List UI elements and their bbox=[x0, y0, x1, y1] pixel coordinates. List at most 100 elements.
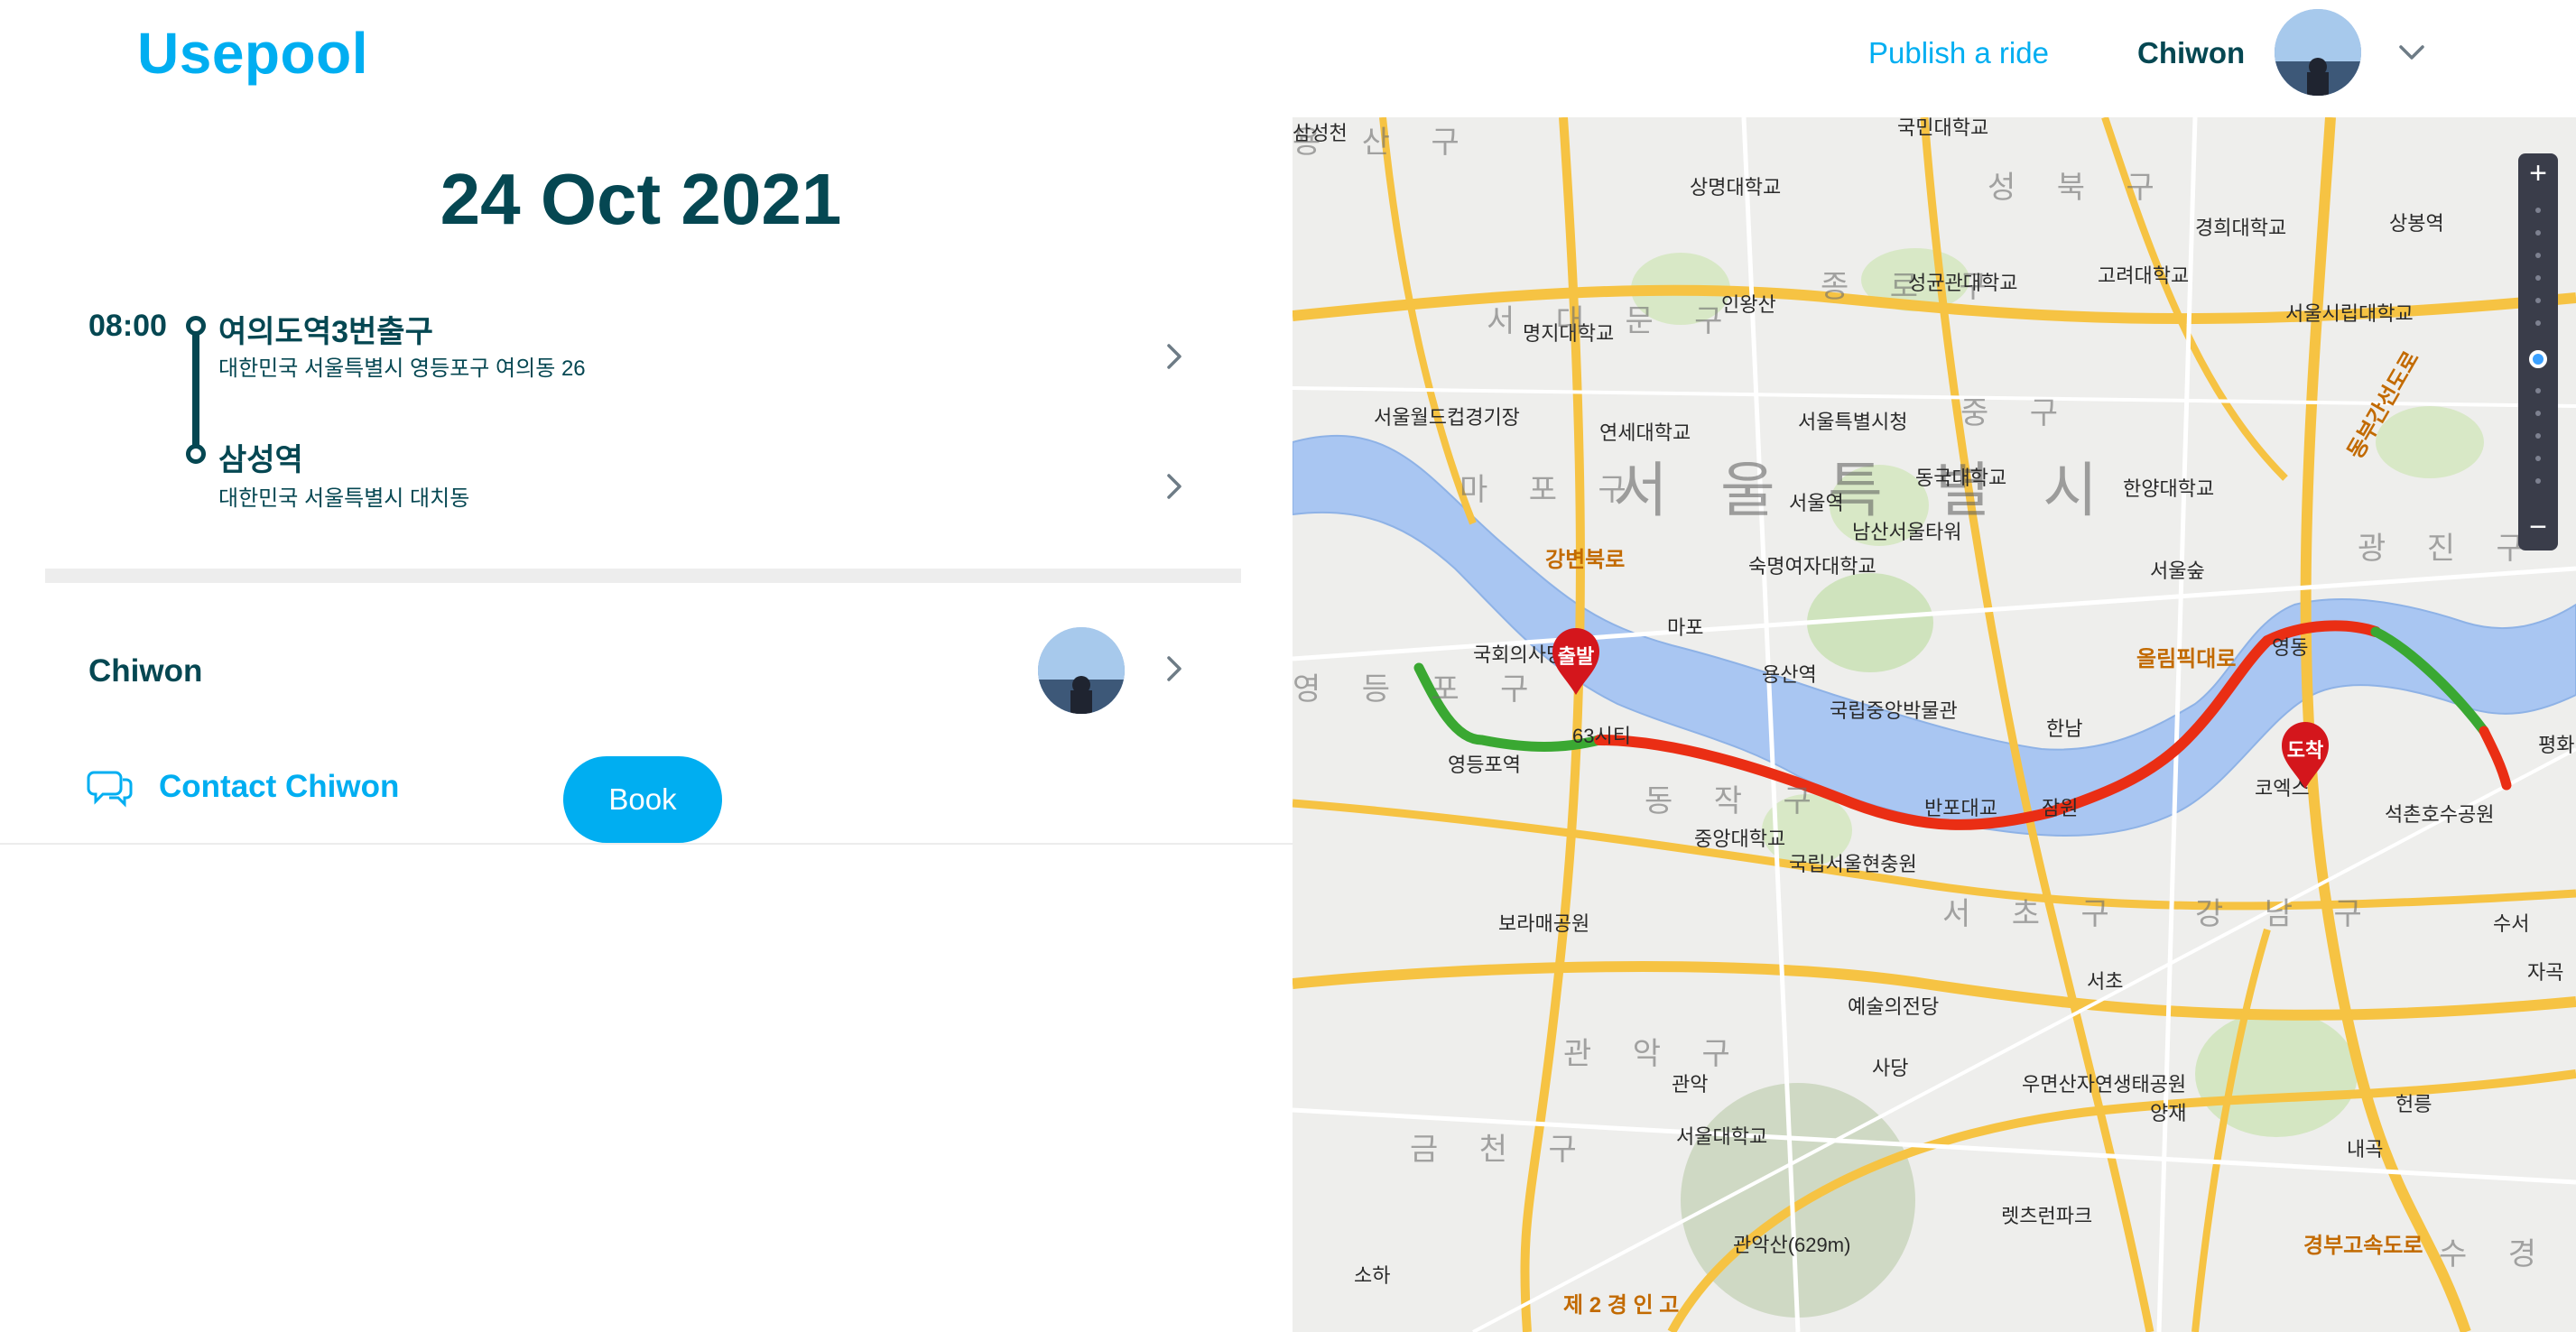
driver-chevron-right-icon[interactable] bbox=[1159, 653, 1190, 684]
destination-dot bbox=[186, 444, 206, 464]
map-label-gwangjin: 광 진 구 bbox=[2358, 532, 2541, 566]
zoom-level-dot[interactable] bbox=[2535, 208, 2541, 213]
map-label-mapogu: 마 포 구 bbox=[1459, 473, 1643, 507]
map-label-geumcheon: 금 천 구 bbox=[1410, 1133, 1593, 1167]
header-user-name[interactable]: Chiwon bbox=[2137, 36, 2245, 70]
book-button[interactable]: Book bbox=[563, 756, 722, 843]
ride-details-panel: 24 Oct 2021 08:00 여의도역3번출구 대한민국 서울특별시 영등… bbox=[0, 117, 1293, 1332]
map-label-racepark: 렛츠런파크 bbox=[2001, 1205, 2093, 1227]
map-label-seoulsoop: 서울숲 bbox=[2150, 560, 2205, 582]
map-label-gangnam-gu: 강 남 구 bbox=[2195, 897, 2378, 931]
map-label-gangbyeon-north: 강변북로 bbox=[1545, 548, 1626, 572]
map-label-sugyeong: 수 경 bbox=[2439, 1237, 2553, 1272]
map-label-snu: 서울대학교 bbox=[1676, 1125, 1768, 1148]
zoom-level-dot[interactable] bbox=[2535, 433, 2541, 439]
zoom-level-dot[interactable] bbox=[2535, 456, 2541, 461]
map-label-seocho: 서초 bbox=[2087, 970, 2124, 993]
contact-driver-link[interactable]: Contact Chiwon bbox=[87, 765, 399, 809]
map-label-mapo: 마포 bbox=[1667, 616, 1704, 639]
map-label-museum: 국립중앙박물관 bbox=[1830, 699, 1958, 722]
map-label-yeongdeungpo: 영등포역 bbox=[1448, 754, 1521, 776]
map-label-banpo: 반포대교 bbox=[1924, 797, 1997, 819]
zoom-level-dot[interactable] bbox=[2535, 411, 2541, 416]
map-label-dongguk: 동국대학교 bbox=[1915, 467, 2007, 489]
map-label-cityhall: 서울특별시청 bbox=[1798, 411, 1908, 433]
origin-dot bbox=[186, 316, 206, 336]
zoom-level-dot[interactable] bbox=[2535, 230, 2541, 236]
destination-address: 대한민국 서울특별시 대치동 bbox=[218, 486, 470, 511]
route-map[interactable]: 서 울 특 별 시 국민대학교 상명대학교 성 북 구 경희대학교 고려대학교 … bbox=[1293, 117, 2576, 1332]
map-label-boramae: 보라매공원 bbox=[1498, 912, 1590, 935]
map-label-seocho-gu: 서 초 구 bbox=[1942, 897, 2126, 931]
map-label-gwanak-gu: 관 악 구 bbox=[1563, 1037, 1747, 1071]
origin-name[interactable]: 여의도역3번출구 bbox=[218, 307, 433, 351]
map-label-cemetery: 국립서울현충원 bbox=[1789, 853, 1917, 875]
footer-divider bbox=[0, 843, 1293, 845]
map-label-gwanak: 관악 bbox=[1672, 1073, 1709, 1096]
map-label-gwanaksan: 관악산(629m) bbox=[1733, 1234, 1851, 1256]
map-label-yonsei: 연세대학교 bbox=[1599, 421, 1691, 444]
start-marker-label: 출발 bbox=[1557, 645, 1595, 668]
origin-chevron-right-icon[interactable] bbox=[1159, 341, 1190, 372]
chat-bubble-icon bbox=[87, 771, 133, 808]
map-label-umyeonsan: 우면산자연생태공원 bbox=[2022, 1073, 2187, 1096]
user-avatar[interactable] bbox=[2275, 9, 2361, 96]
publish-ride-link[interactable]: Publish a ride bbox=[1868, 36, 2049, 70]
map-label-korea-univ: 고려대학교 bbox=[2098, 264, 2190, 287]
usepool-logo[interactable]: Usepool bbox=[137, 20, 368, 87]
zoom-out-button[interactable]: − bbox=[2518, 507, 2558, 547]
driver-name[interactable]: Chiwon bbox=[88, 653, 202, 689]
map-label-gyeongbu: 경부고속도로 bbox=[2303, 1234, 2423, 1258]
map-label-olympic-road: 올림픽대로 bbox=[2136, 647, 2237, 671]
map-label-namsan: 남산서울타워 bbox=[1852, 521, 1962, 543]
driver-avatar-image bbox=[1038, 627, 1125, 714]
driver-avatar[interactable] bbox=[1038, 627, 1125, 714]
map-label-sungkyunkwan: 성균관대학교 bbox=[1908, 272, 2018, 294]
zoom-level-dot[interactable] bbox=[2535, 298, 2541, 303]
map-label-seoul-station: 서울역 bbox=[1789, 492, 1844, 514]
map-label-gukmin: 국민대학교 bbox=[1897, 117, 1989, 139]
start-marker[interactable]: 출발 bbox=[1549, 624, 1603, 701]
map-label-worldcup: 서울월드컵경기장 bbox=[1374, 406, 1520, 429]
zoom-level-dot[interactable] bbox=[2535, 253, 2541, 258]
zoom-level-dot[interactable] bbox=[2535, 388, 2541, 393]
user-avatar-image bbox=[2275, 9, 2361, 96]
top-bar: Usepool Publish a ride Chiwon bbox=[0, 0, 2576, 117]
ride-date: 24 Oct 2021 bbox=[440, 159, 842, 239]
map-label-jamwon: 잠원 bbox=[2042, 797, 2079, 819]
map-label-seodaemun: 서 대 문 구 bbox=[1487, 304, 1739, 338]
zoom-level-dot[interactable] bbox=[2535, 320, 2541, 326]
map-label-seoulsi-univ: 서울시립대학교 bbox=[2285, 302, 2414, 325]
map-label-hanyang: 한양대학교 bbox=[2123, 477, 2215, 500]
map-label-arts: 예술의전당 bbox=[1848, 995, 1940, 1018]
section-divider bbox=[45, 569, 1241, 583]
origin-address: 대한민국 서울특별시 영등포구 여의동 26 bbox=[218, 356, 586, 381]
map-label-sangbong: 상봉역 bbox=[2389, 212, 2444, 235]
map-label-yangjae: 양재 bbox=[2150, 1102, 2187, 1124]
chevron-down-icon[interactable] bbox=[2395, 36, 2428, 69]
map-label-chungang: 중앙대학교 bbox=[1694, 828, 1786, 850]
zoom-slider-handle[interactable] bbox=[2529, 350, 2547, 368]
map-label-hannam: 한남 bbox=[2046, 717, 2083, 740]
map-label-63city: 63시티 bbox=[1572, 725, 1631, 747]
map-label-seongbuk: 성 북 구 bbox=[1988, 171, 2171, 205]
map-label-yongsan-station: 용산역 bbox=[1762, 663, 1817, 686]
destination-chevron-right-icon[interactable] bbox=[1159, 471, 1190, 502]
end-marker-label: 도착 bbox=[2286, 739, 2324, 762]
zoom-level-dot[interactable] bbox=[2535, 478, 2541, 484]
zoom-in-button[interactable]: + bbox=[2518, 153, 2558, 193]
map-label-yeongdong: 영동 bbox=[2272, 636, 2309, 659]
map-label-suseo: 수서 bbox=[2493, 912, 2530, 935]
map-label-heolleung: 헌릉 bbox=[2395, 1093, 2432, 1115]
end-marker[interactable]: 도착 bbox=[2278, 718, 2332, 795]
map-label-sookmyung: 숙명여자대학교 bbox=[1748, 555, 1876, 578]
map-label-pyeonghwa: 평화 bbox=[2538, 734, 2575, 756]
departure-time: 08:00 bbox=[88, 309, 167, 343]
map-zoom-control: + − bbox=[2518, 153, 2558, 550]
map-label-sangmyung: 상명대학교 bbox=[1690, 176, 1782, 199]
zoom-level-dot[interactable] bbox=[2535, 275, 2541, 281]
map-label-junggu: 중 구 bbox=[1960, 396, 2075, 430]
map-label-seokchon: 석촌호수공원 bbox=[2385, 803, 2495, 826]
destination-name[interactable]: 삼성역 bbox=[218, 435, 303, 479]
map-label-soha: 소하 bbox=[1354, 1264, 1391, 1287]
